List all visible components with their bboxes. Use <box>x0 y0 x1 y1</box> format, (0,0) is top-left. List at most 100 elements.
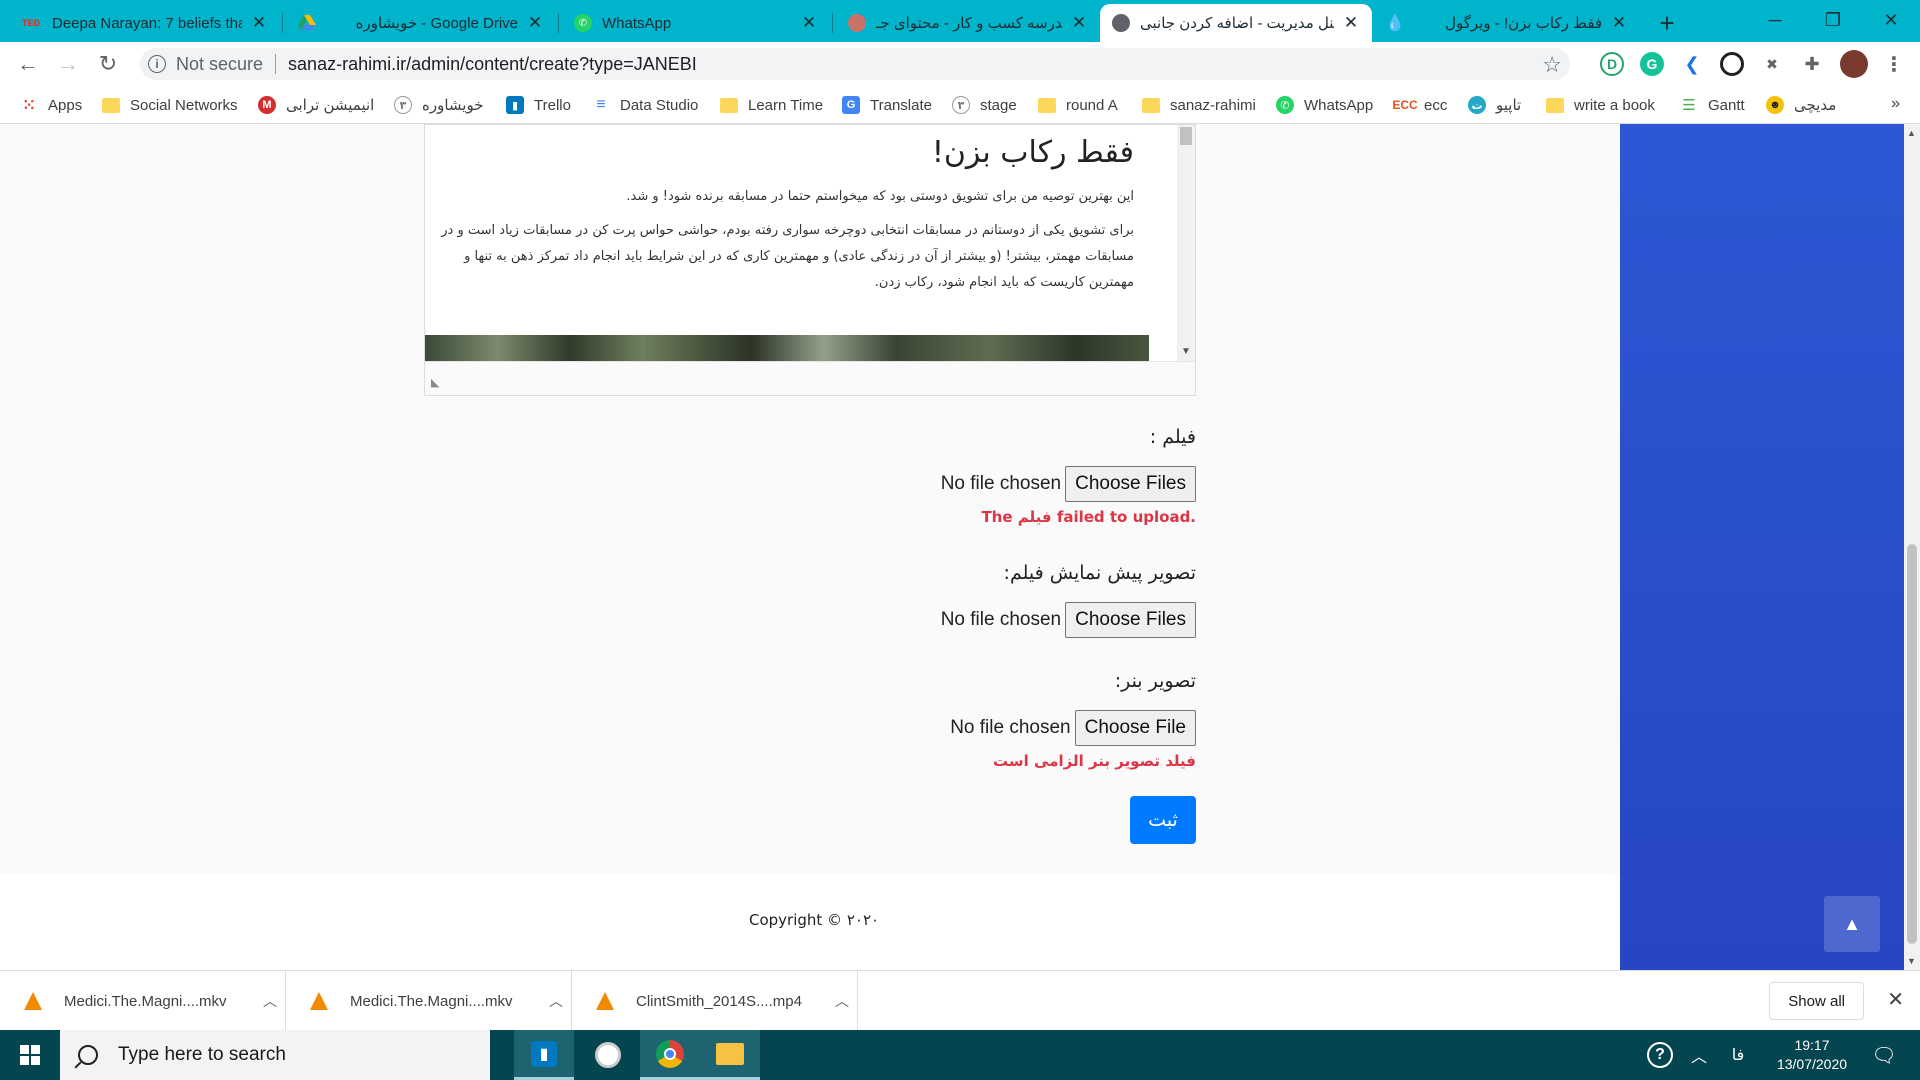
restore-button[interactable]: ❐ <box>1804 0 1862 40</box>
bookmark-label: Data Studio <box>620 96 699 114</box>
close-icon[interactable]: ✕ <box>1342 13 1360 32</box>
scroll-thumb[interactable] <box>1907 544 1917 944</box>
bookmark-khishavareh[interactable]: ۳ خویشاوره <box>394 94 484 116</box>
choose-files-button[interactable]: Choose Files <box>1065 602 1196 638</box>
extension-icon[interactable]: ✖ <box>1760 52 1784 76</box>
bookmark-data-studio[interactable]: ≡ Data Studio <box>592 94 698 116</box>
chevron-up-icon[interactable]: ︿ <box>541 991 571 1011</box>
close-icon[interactable]: ✕ <box>1610 13 1628 32</box>
bookmark-apps[interactable]: ⁙ Apps <box>20 94 83 116</box>
bookmark-trello[interactable]: ▮ Trello <box>506 94 571 116</box>
download-filename: ClintSmith_2014S....mp4 <box>636 992 802 1010</box>
bookmark-gantt[interactable]: ☰ Gantt <box>1680 94 1744 116</box>
notifications-icon[interactable]: 🗨 <box>1864 1030 1904 1080</box>
chevron-up-icon[interactable]: ︿ <box>255 991 285 1011</box>
vlc-icon <box>596 992 614 1010</box>
tab-virgool[interactable]: 💧 فقط رکاب بزن! - ویرگول ✕ <box>1374 4 1640 42</box>
film-file-input[interactable]: No file chosen Choose Files <box>941 466 1196 502</box>
article-paragraph: برای تشویق یکی از دوستانم در مسابقات انت… <box>441 223 1134 290</box>
choose-files-button[interactable]: Choose Files <box>1065 466 1196 502</box>
clock-time: 19:17 <box>1794 1037 1830 1053</box>
chrome-icon <box>656 1039 684 1068</box>
taskbar-trello[interactable]: ▮ <box>514 1030 574 1080</box>
tray-chevron-up-icon[interactable]: ︿ <box>1684 1030 1714 1080</box>
chevron-up-icon[interactable]: ︿ <box>827 991 857 1011</box>
bookmarks-overflow-button[interactable]: » <box>1891 95 1900 113</box>
bookmark-label: تاپیو <box>1496 97 1522 114</box>
tab-business-school[interactable]: مدرسه کسب و کار - محتوای جـ ✕ <box>836 4 1100 42</box>
bookmark-translate[interactable]: G Translate <box>842 94 932 116</box>
clock-icon <box>595 1042 621 1068</box>
new-tab-button[interactable]: + <box>1652 8 1682 38</box>
windows-start-button[interactable] <box>0 1030 60 1080</box>
bookmark-star-icon[interactable]: ☆ <box>1542 52 1562 78</box>
film-label: فیلم : <box>1149 426 1196 448</box>
taskbar-file-explorer[interactable] <box>700 1030 760 1080</box>
bookmark-animation[interactable]: M انیمیشن ترابی <box>258 94 374 116</box>
tab-title: فقط رکاب بزن! - ویرگول <box>1445 15 1602 32</box>
tab-google-drive[interactable]: خویشاوره - Google Drive ✕ <box>286 4 556 42</box>
bookmark-medici[interactable]: ☻ مدیچی <box>1766 94 1836 116</box>
preview-file-input[interactable]: No file chosen Choose Files <box>941 602 1196 638</box>
menu-icon[interactable]: ⋮ <box>1882 52 1906 76</box>
info-icon[interactable]: i <box>148 55 166 73</box>
rich-text-editor[interactable]: فقط رکاب بزن! این بهترین توصیه من برای ت… <box>424 124 1196 396</box>
bookmark-ecc[interactable]: ECC ecc <box>1392 94 1447 116</box>
close-icon[interactable]: ✕ <box>526 13 544 32</box>
close-icon[interactable]: ✕ <box>250 13 268 32</box>
extension-icon[interactable] <box>1720 52 1744 76</box>
banner-file-input[interactable]: No file chosen Choose File <box>950 710 1196 746</box>
window-close-button[interactable]: ✕ <box>1862 0 1920 40</box>
puzzle-icon[interactable]: ✚ <box>1800 52 1824 76</box>
minimize-button[interactable]: ─ <box>1746 0 1804 40</box>
close-icon[interactable]: ✕ <box>1070 13 1088 32</box>
bookmark-stage[interactable]: ۳ stage <box>952 94 1017 116</box>
choose-file-button[interactable]: Choose File <box>1074 710 1196 746</box>
language-indicator[interactable]: فا <box>1720 1030 1756 1080</box>
preview-image-label: تصویر پیش نمایش فیلم: <box>1003 562 1196 584</box>
scroll-thumb[interactable] <box>1180 127 1192 145</box>
download-item[interactable]: Medici.The.Magni....mkv ︿ <box>0 971 286 1031</box>
grammarly-icon[interactable]: G <box>1640 52 1664 76</box>
show-all-button[interactable]: Show all <box>1769 982 1864 1020</box>
bookmark-write-a-book[interactable]: write a book <box>1546 94 1655 116</box>
bookmark-round-a[interactable]: round A <box>1038 94 1118 116</box>
site-icon: ۳ <box>394 96 412 114</box>
bookmark-social-networks[interactable]: Social Networks <box>102 94 238 116</box>
taskbar-chrome[interactable] <box>640 1030 700 1080</box>
editor-content[interactable]: فقط رکاب بزن! این بهترین توصیه من برای ت… <box>425 125 1179 361</box>
bookmark-learn-time[interactable]: Learn Time <box>720 94 823 116</box>
avatar[interactable] <box>1840 50 1868 78</box>
taskbar-search-box[interactable]: Type here to search <box>60 1030 490 1080</box>
download-item[interactable]: ClintSmith_2014S....mp4 ︿ <box>572 971 858 1031</box>
address-bar[interactable]: i Not secure sanaz-rahimi.ir/admin/conte… <box>140 48 1570 80</box>
download-item[interactable]: Medici.The.Magni....mkv ︿ <box>286 971 572 1031</box>
close-icon[interactable]: ✕ <box>800 13 818 32</box>
scroll-down-arrow-icon[interactable]: ▼ <box>1181 346 1191 357</box>
page-scrollbar[interactable]: ▲ ▼ <box>1904 124 1920 970</box>
site-icon: ۳ <box>952 96 970 114</box>
tab-admin-panel[interactable]: پنل مدیریت - اضافه کردن جانبی ✕ <box>1100 4 1372 42</box>
submit-button[interactable]: ثبت <box>1130 796 1196 844</box>
scroll-up-arrow-icon[interactable]: ▲ <box>1907 128 1916 138</box>
tab-ted[interactable]: TED Deepa Narayan: 7 beliefs that ✕ <box>8 4 280 42</box>
taskbar-clock-app[interactable] <box>578 1030 638 1080</box>
reload-button[interactable]: ↻ <box>94 50 122 78</box>
forward-button[interactable]: → <box>54 50 82 78</box>
help-icon[interactable]: ? <box>1640 1030 1680 1080</box>
editor-scrollbar[interactable]: ▼ <box>1177 125 1195 361</box>
url-text[interactable]: sanaz-rahimi.ir/admin/content/create?typ… <box>288 54 697 75</box>
bookmark-tapio[interactable]: ت تاپیو <box>1468 94 1521 116</box>
extension-icon[interactable]: ❮ <box>1680 52 1704 76</box>
bookmark-whatsapp[interactable]: ✆ WhatsApp <box>1276 94 1373 116</box>
bookmark-sanaz-rahimi[interactable]: sanaz-rahimi <box>1142 94 1256 116</box>
resize-handle-icon[interactable]: ◣ <box>431 376 439 389</box>
taskbar-clock[interactable]: 19:17 13/07/2020 <box>1762 1036 1862 1074</box>
back-button[interactable]: ← <box>14 50 42 78</box>
tab-whatsapp[interactable]: ✆ WhatsApp ✕ <box>562 4 830 42</box>
bookmark-label: WhatsApp <box>1304 96 1374 114</box>
scroll-down-arrow-icon[interactable]: ▼ <box>1907 956 1916 966</box>
close-icon[interactable]: ✕ <box>1887 987 1904 1012</box>
scroll-to-top-button[interactable]: ▲ <box>1824 896 1880 952</box>
extension-icon[interactable]: D <box>1600 52 1624 76</box>
